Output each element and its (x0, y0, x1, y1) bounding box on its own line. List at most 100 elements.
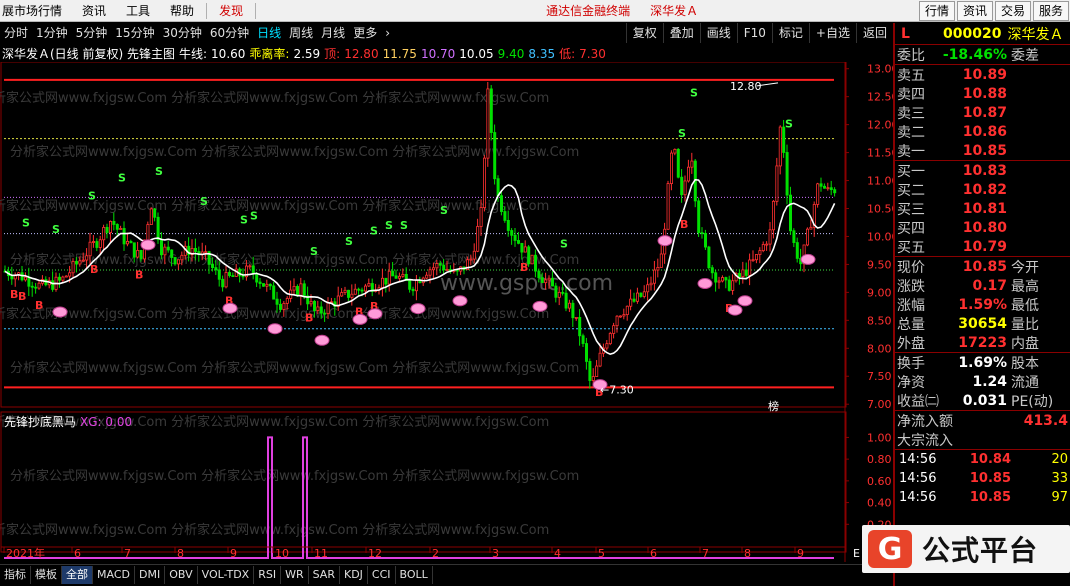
quote-button[interactable]: 行情 (918, 0, 955, 21)
tab-template[interactable]: 模板 (31, 565, 62, 584)
overlay-button[interactable]: 叠加 (662, 23, 700, 43)
sell-signal-s: S (200, 195, 208, 208)
tab-vol-tdx[interactable]: VOL-TDX (198, 565, 255, 584)
promo-link[interactable]: 通达信金融终端 (536, 0, 640, 22)
period-30min[interactable]: 30分钟 (159, 23, 206, 43)
candle-up (476, 226, 480, 252)
candle-down (785, 152, 789, 196)
candle-up (659, 253, 663, 268)
tab-indicator[interactable]: 指标 (0, 565, 31, 584)
period-daily[interactable]: 日线 (253, 23, 285, 43)
candle-up (180, 254, 184, 261)
candle-down (710, 267, 714, 274)
sell-signal-s: S (345, 235, 353, 248)
candle-down (738, 273, 742, 278)
price-tick-label: 11.50 (867, 147, 893, 160)
candle-up (119, 228, 123, 230)
menu-news[interactable]: 资讯 (72, 0, 116, 22)
price-tick-label: 12.00 (867, 119, 893, 132)
candle-up (469, 258, 473, 261)
bid-row[interactable]: 买三 10.81 (895, 199, 1070, 218)
tab-rsi[interactable]: RSI (254, 565, 282, 584)
period-60min[interactable]: 60分钟 (206, 23, 253, 43)
stats-block: 现价 10.85 今开 涨跌 0.17 最高 涨幅 1.59% 最低 总量 30654 量比 外… (895, 257, 1070, 352)
service-button[interactable]: 服务 (1032, 0, 1069, 21)
period-15min[interactable]: 15分钟 (111, 23, 158, 43)
period-weekly[interactable]: 周线 (285, 23, 317, 43)
draw-line-button[interactable]: 画线 (699, 23, 737, 43)
candle-up (126, 240, 130, 245)
ask-row[interactable]: 卖五 10.89 (895, 65, 1070, 84)
menu-tools[interactable]: 工具 (116, 0, 160, 22)
trade-row: 14:56 10.84 20 (899, 452, 1068, 467)
candle-up (92, 241, 96, 243)
bid-list: 买一 10.83 买二 10.82 买三 10.81 买四 10.80 买五 10.79 (895, 161, 1070, 256)
kline-chart[interactable]: 分析家公式网www.fxjgsw.Com 分析家公式网www.fxjgsw.Co… (0, 62, 893, 564)
f10-button[interactable]: F10 (736, 23, 772, 43)
candle-down (258, 281, 262, 284)
sell-signal-s: S (785, 117, 793, 130)
candle-up (670, 152, 674, 184)
period-toolbar: 分时 1分钟 5分钟 15分钟 30分钟 60分钟 日线 周线 月线 更多 › … (0, 23, 893, 43)
period-1min[interactable]: 1分钟 (32, 23, 72, 43)
bid-row[interactable]: 买二 10.82 (895, 180, 1070, 199)
candle-up (656, 267, 660, 271)
candle-up (81, 259, 85, 262)
stock-tag[interactable]: 深华发Ａ (640, 0, 708, 22)
ask-row[interactable]: 卖一 10.85 (895, 141, 1070, 160)
bottom-fish-marker (140, 239, 156, 251)
trade-button[interactable]: 交易 (994, 0, 1031, 21)
tab-obv[interactable]: OBV (165, 565, 198, 584)
period-fenshi[interactable]: 分时 (0, 23, 32, 43)
candle-up (204, 251, 208, 254)
candle-up (809, 226, 813, 230)
candle-down (551, 277, 555, 287)
candle-up (755, 254, 759, 261)
menu-help[interactable]: 帮助 (160, 0, 204, 22)
stock-name[interactable]: 深华发Ａ (1007, 24, 1063, 44)
bid-row[interactable]: 买五 10.79 (895, 237, 1070, 256)
ask-row[interactable]: 卖三 10.87 (895, 103, 1070, 122)
period-more[interactable]: 更多 (349, 23, 381, 43)
logo-text: 公式平台 (922, 534, 1039, 567)
tab-all[interactable]: 全部 (62, 565, 93, 584)
info-button[interactable]: 资讯 (956, 0, 993, 21)
menu-discover[interactable]: 发现 (209, 0, 253, 22)
chevron-right-icon[interactable]: › (381, 23, 394, 43)
sell-signal-s: S (385, 219, 393, 232)
candle-up (608, 333, 612, 345)
back-button[interactable]: 返回 (855, 23, 893, 43)
period-5min[interactable]: 5分钟 (72, 23, 112, 43)
bid-row[interactable]: 买一 10.83 (895, 161, 1070, 180)
candle-up (363, 285, 367, 292)
tab-sar[interactable]: SAR (309, 565, 340, 584)
candle-down (578, 316, 582, 337)
xg-signal-line (4, 436, 834, 559)
restore-right-button[interactable]: 复权 (625, 23, 663, 43)
ask-row[interactable]: 卖二 10.86 (895, 122, 1070, 141)
bottom-fish-marker (800, 253, 816, 265)
ask-row[interactable]: 卖四 10.88 (895, 84, 1070, 103)
candle-up (146, 224, 150, 241)
price-tick-label: 10.50 (867, 202, 893, 215)
tab-kdj[interactable]: KDJ (340, 565, 368, 584)
tab-dmi[interactable]: DMI (135, 565, 166, 584)
tab-boll[interactable]: BOLL (396, 565, 433, 584)
candle-down (585, 343, 589, 362)
stock-code[interactable]: 000020 (943, 26, 1007, 42)
candle-down (506, 220, 510, 231)
tab-wr[interactable]: WR (281, 565, 309, 584)
candle-down (241, 275, 245, 278)
candle-down (30, 285, 34, 288)
candle-up (482, 157, 486, 208)
candle-up (316, 306, 320, 311)
mark-button[interactable]: 标记 (771, 23, 809, 43)
period-monthly[interactable]: 月线 (317, 23, 349, 43)
tab-macd[interactable]: MACD (93, 565, 135, 584)
candle-down (105, 227, 109, 233)
add-watchlist-button[interactable]: +自选 (808, 23, 856, 43)
tab-cci[interactable]: CCI (368, 565, 396, 584)
bid-row[interactable]: 买四 10.80 (895, 218, 1070, 237)
menu-market[interactable]: 展市场行情 (0, 0, 72, 22)
watermark-text: 分析家公式网www.fxjgsw.Com 分析家公式网www.fxjgsw.Co… (10, 468, 579, 484)
